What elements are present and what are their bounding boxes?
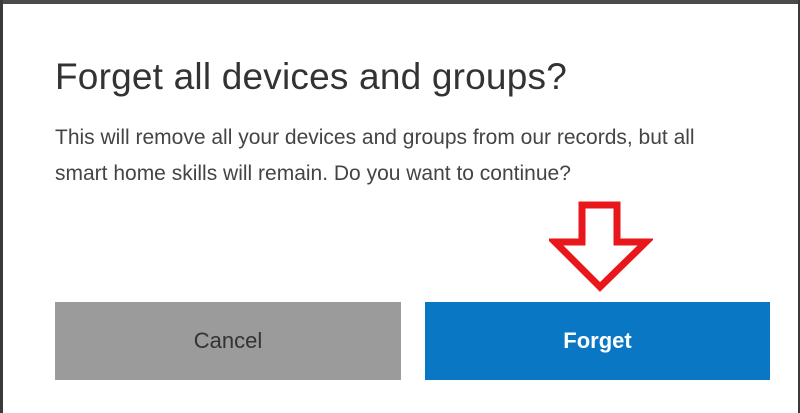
dialog-message: This will remove all your devices and gr… <box>55 126 695 185</box>
forget-button[interactable]: Forget <box>425 302 770 380</box>
down-arrow-icon <box>549 201 653 292</box>
confirm-dialog: Forget all devices and groups? This will… <box>3 4 798 413</box>
screenshot: Forget all devices and groups? This will… <box>0 0 800 413</box>
cancel-button[interactable]: Cancel <box>55 302 401 380</box>
dialog-title: Forget all devices and groups? <box>55 56 567 97</box>
